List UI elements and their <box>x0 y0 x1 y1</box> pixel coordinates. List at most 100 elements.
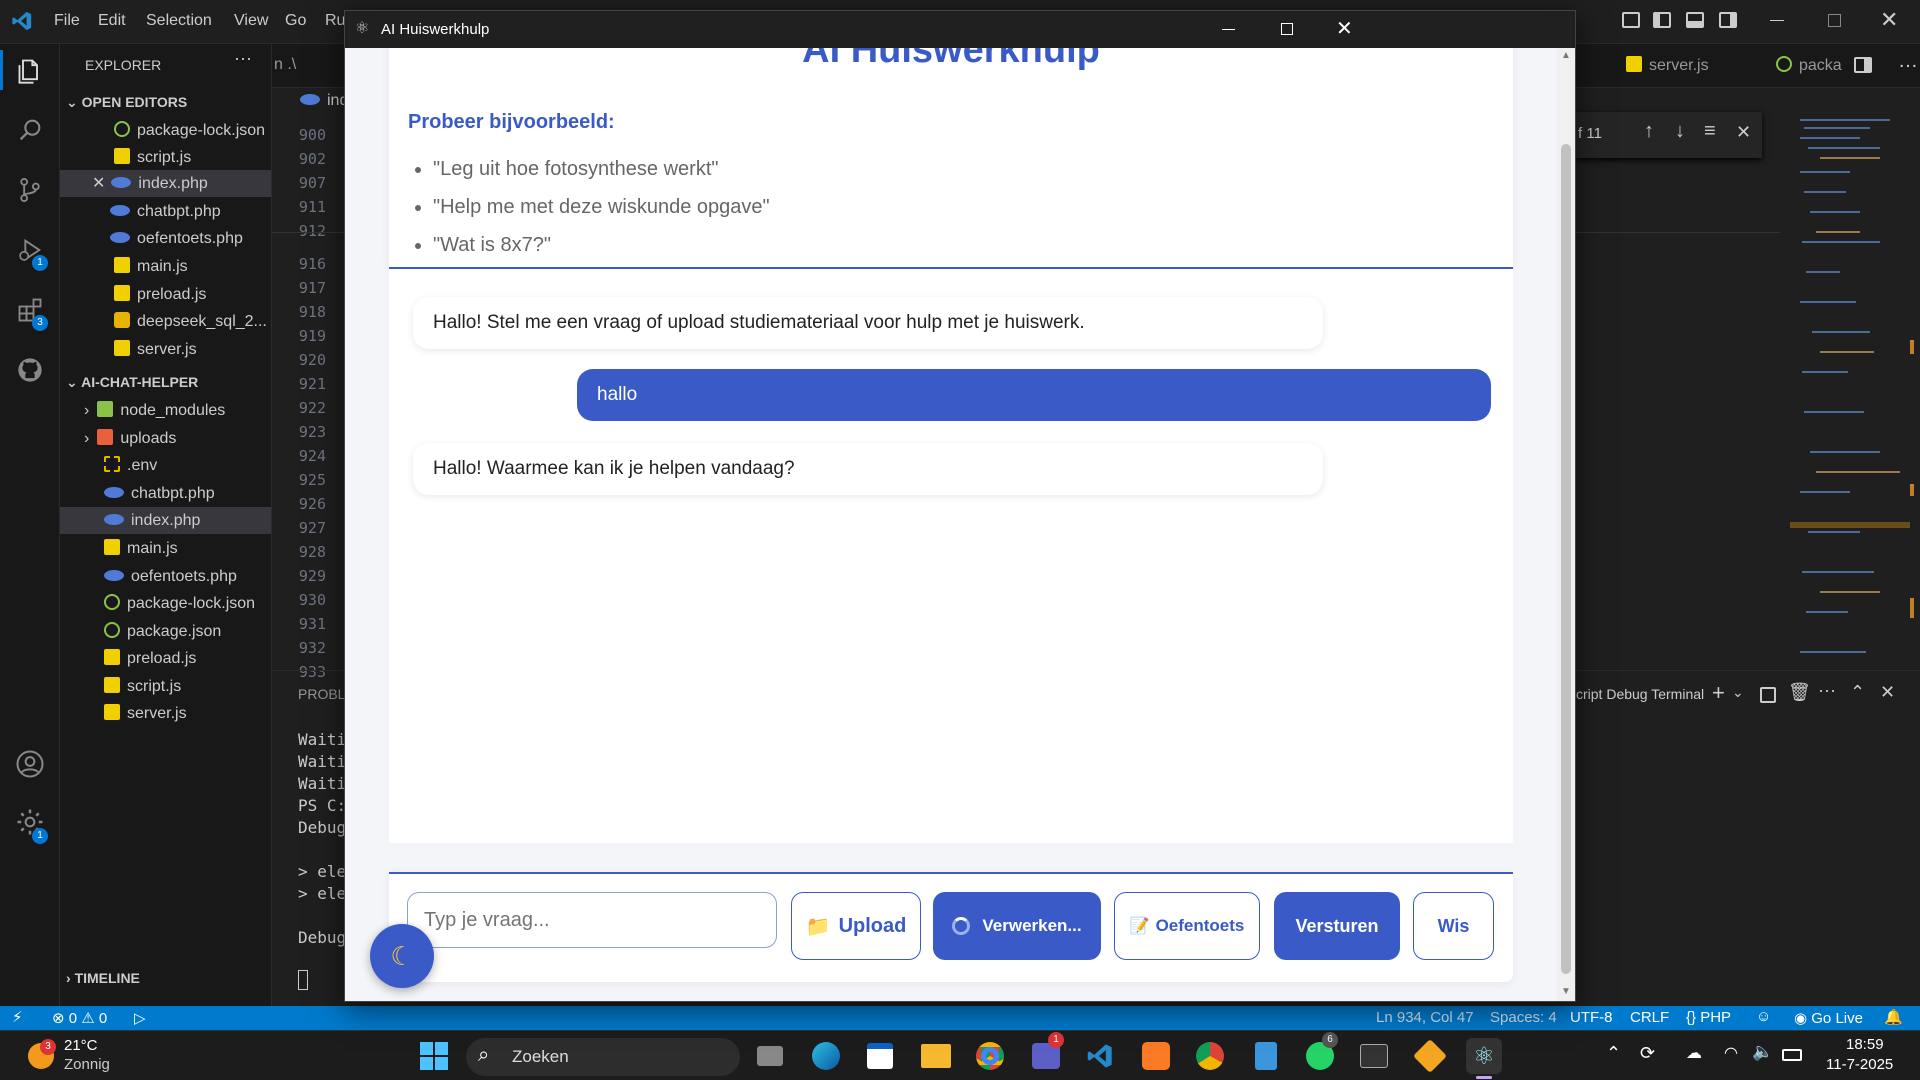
cloud-icon[interactable]: ☁ <box>1686 1043 1702 1063</box>
app-close-icon[interactable]: ✕ <box>1336 16 1353 41</box>
vscode-minimize-icon[interactable] <box>1770 20 1784 21</box>
tree-package-json[interactable]: package.json <box>104 618 221 645</box>
maximize-panel-icon[interactable]: ⌃ <box>1850 682 1865 703</box>
open-editor-preload-js[interactable]: preload.js <box>114 281 206 308</box>
project-header[interactable]: ⌄ AI-CHAT-HELPER <box>66 374 198 391</box>
vscode-close-icon[interactable]: ✕ <box>1880 7 1898 33</box>
open-editor-script-js[interactable]: script.js <box>114 144 191 171</box>
send-button[interactable]: Versturen <box>1274 892 1400 960</box>
tree-package-lock[interactable]: package-lock.json <box>104 590 255 617</box>
open-editor-index-php[interactable]: ✕ index.php <box>92 170 208 197</box>
example-item[interactable]: "Wat is 8x7?" <box>433 226 770 264</box>
tree-oefentoets-php[interactable]: oefentoets.php <box>104 563 237 590</box>
dark-mode-toggle[interactable]: ☾ <box>370 924 434 988</box>
app-scrollbar[interactable]: ▲ ▼ <box>1557 48 1575 1001</box>
open-editor-server-js[interactable]: server.js <box>114 336 197 363</box>
app-minimize-icon[interactable] <box>1222 29 1235 30</box>
app-maximize-icon[interactable] <box>1281 23 1293 35</box>
debug-status-icon[interactable]: ▷ <box>134 1009 146 1027</box>
close-panel-icon[interactable]: ✕ <box>1880 682 1895 703</box>
open-editor-main-js[interactable]: main.js <box>114 253 188 280</box>
panel-more-icon[interactable]: ··· <box>1818 680 1836 701</box>
terminal-label[interactable]: cript Debug Terminal <box>1576 686 1704 702</box>
open-editor-chatbpt-php[interactable]: chatbpt.php <box>110 198 221 225</box>
split-terminal-icon[interactable] <box>1760 687 1776 703</box>
menu-run[interactable]: Ru <box>325 12 345 30</box>
split-editor-icon[interactable] <box>1854 57 1872 73</box>
line-ending[interactable]: CRLF <box>1630 1009 1669 1026</box>
indentation[interactable]: Spaces: 4 <box>1490 1009 1557 1026</box>
weather-desc[interactable]: Zonnig <box>64 1056 110 1073</box>
chrome-profile-icon[interactable] <box>1192 1038 1228 1074</box>
find-next-icon[interactable]: ↓ <box>1675 120 1685 143</box>
timeline-header[interactable]: › TIMELINE <box>66 970 140 986</box>
find-selection-icon[interactable]: ≡ <box>1704 120 1716 143</box>
close-editor-icon[interactable]: ✕ <box>92 175 105 192</box>
tab-package[interactable]: packa <box>1776 56 1842 75</box>
vscode-restore-icon[interactable] <box>1828 14 1841 27</box>
example-item[interactable]: "Leg uit hoe fotosynthese werkt" <box>433 150 770 188</box>
menu-edit[interactable]: Edit <box>98 12 126 30</box>
copilot-icon[interactable]: ☺ <box>1756 1008 1771 1025</box>
cursor-position[interactable]: Ln 934, Col 47 <box>1376 1009 1474 1026</box>
tree-script-js[interactable]: script.js <box>104 673 181 700</box>
processing-button[interactable]: Verwerken... <box>933 892 1101 960</box>
find-close-icon[interactable]: ✕ <box>1736 122 1751 143</box>
example-item[interactable]: "Help me met deze wiskunde opgave" <box>433 188 770 226</box>
source-control-icon[interactable] <box>12 172 48 208</box>
menu-selection[interactable]: Selection <box>146 12 212 30</box>
search-icon[interactable] <box>12 112 48 148</box>
file-explorer-icon[interactable] <box>918 1038 954 1074</box>
go-live[interactable]: ◉ Go Live <box>1794 1009 1863 1027</box>
toggle-sidebar-icon[interactable] <box>1653 12 1671 28</box>
tree-main-js[interactable]: main.js <box>104 535 178 562</box>
volume-icon[interactable]: 🔈 <box>1752 1042 1773 1062</box>
minimap[interactable] <box>1790 112 1910 672</box>
electron-app-icon[interactable]: ⚛ <box>1466 1038 1502 1074</box>
explorer-icon[interactable] <box>12 53 48 89</box>
new-terminal-icon[interactable]: + <box>1712 680 1725 706</box>
explorer-more-icon[interactable]: ··· <box>234 48 252 69</box>
toggle-secondary-sidebar-icon[interactable] <box>1719 12 1737 28</box>
quiz-button[interactable]: 📝 Oefentoets <box>1114 892 1260 960</box>
open-editor-deepseek-sql[interactable]: deepseek_sql_2... <box>114 308 267 335</box>
encoding[interactable]: UTF-8 <box>1570 1009 1613 1026</box>
tab-partial-left[interactable]: n .\ <box>274 56 296 74</box>
notepad-icon[interactable] <box>1248 1038 1284 1074</box>
find-prev-icon[interactable]: ↑ <box>1644 120 1654 143</box>
scroll-up-icon[interactable]: ▲ <box>1561 50 1571 61</box>
open-editor-package-lock[interactable]: package-lock.json <box>114 117 265 144</box>
tree-server-js[interactable]: server.js <box>104 700 187 727</box>
menu-view[interactable]: View <box>234 12 268 30</box>
editor-more-icon[interactable]: … <box>1898 50 1918 73</box>
scroll-down-icon[interactable]: ▼ <box>1561 986 1571 997</box>
trash-icon[interactable]: 🗑 <box>1788 682 1811 703</box>
start-icon[interactable] <box>416 1038 452 1074</box>
remote-icon[interactable]: ⚡ <box>12 1008 23 1026</box>
battery-icon[interactable] <box>1782 1049 1802 1061</box>
tab-server-js[interactable]: server.js <box>1626 56 1709 75</box>
menu-file[interactable]: File <box>54 12 80 30</box>
git-app-icon[interactable] <box>1412 1038 1448 1074</box>
tree-uploads[interactable]: › uploads <box>84 425 176 452</box>
terminal-taskbar-icon[interactable] <box>1356 1038 1392 1074</box>
sync-icon[interactable]: ⟳ <box>1640 1043 1655 1064</box>
tree-preload-js[interactable]: preload.js <box>104 645 196 672</box>
question-input[interactable] <box>407 892 777 948</box>
language-mode[interactable]: {} PHP <box>1686 1009 1731 1026</box>
layout-customize-icon[interactable] <box>1622 12 1640 28</box>
breadcrumb-file[interactable]: ind <box>300 92 348 110</box>
tree-chatbpt-php[interactable]: chatbpt.php <box>104 480 215 507</box>
toggle-panel-icon[interactable] <box>1686 12 1704 28</box>
taskbar-search[interactable]: ⌕ Zoeken <box>466 1038 740 1076</box>
vscode-taskbar-icon[interactable] <box>1082 1038 1118 1074</box>
edge-icon[interactable] <box>808 1038 844 1074</box>
upload-button[interactable]: 📁 Upload <box>791 892 921 960</box>
store-icon[interactable] <box>862 1038 898 1074</box>
chevron-down-icon[interactable]: ⌄ <box>1732 684 1744 701</box>
tree-index-php[interactable]: index.php <box>104 507 200 534</box>
tree-env[interactable]: .env <box>104 452 157 479</box>
wifi-icon[interactable]: ◠ <box>1724 1043 1738 1063</box>
tree-node-modules[interactable]: › node_modules <box>84 397 225 424</box>
xampp-icon[interactable] <box>1138 1038 1174 1074</box>
